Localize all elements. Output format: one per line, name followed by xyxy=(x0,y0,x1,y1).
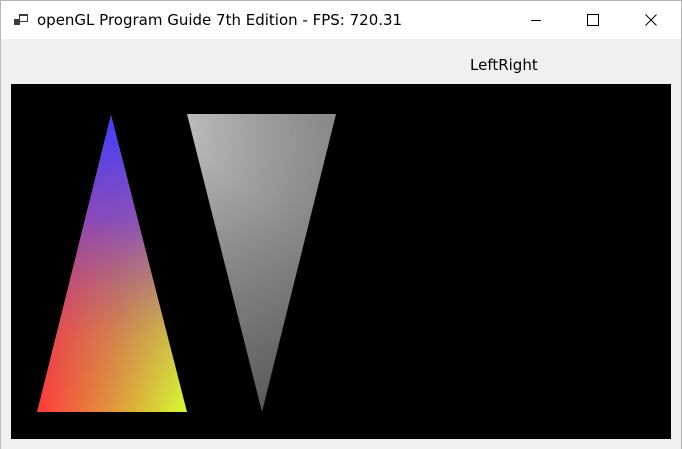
maximize-icon xyxy=(587,14,599,26)
minimize-icon xyxy=(531,20,541,21)
color-triangle xyxy=(37,115,187,412)
maximize-button[interactable] xyxy=(564,1,622,39)
status-strip xyxy=(1,439,681,449)
app-window: openGL Program Guide 7th Edition - FPS: … xyxy=(0,0,682,449)
client-area: LeftRight xyxy=(1,39,681,449)
render-canvas xyxy=(37,114,336,412)
gray-triangle xyxy=(187,114,336,412)
leftright-label: LeftRight xyxy=(470,56,538,74)
opengl-viewport[interactable] xyxy=(11,84,671,439)
title-bar[interactable]: openGL Program Guide 7th Edition - FPS: … xyxy=(1,1,681,39)
window-title: openGL Program Guide 7th Edition - FPS: … xyxy=(37,11,403,29)
close-button[interactable] xyxy=(622,1,680,39)
minimize-button[interactable] xyxy=(507,1,565,39)
close-icon xyxy=(645,14,657,26)
app-icon xyxy=(13,12,29,28)
